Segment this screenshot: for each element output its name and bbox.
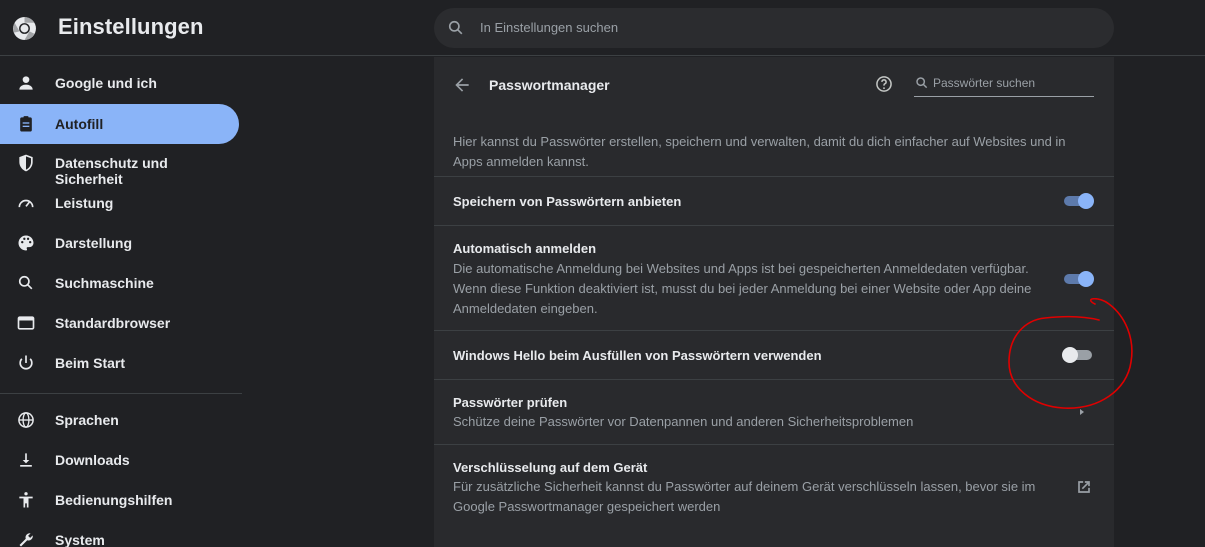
card-header: Passwortmanager Passwörter suchen [434,57,1114,113]
password-search-placeholder: Passwörter suchen [933,76,1036,90]
sidebar-item-label: Google und ich [55,75,157,91]
sidebar-item-darstellung[interactable]: Darstellung [0,223,239,263]
sidebar-item-suchmaschine[interactable]: Suchmaschine [0,263,239,303]
person-icon [19,76,33,90]
sidebar-item-standardbrowser[interactable]: Standardbrowser [0,303,239,343]
sidebar-item-system[interactable]: System [0,520,239,547]
password-search-input[interactable]: Passwörter suchen [914,71,1094,97]
sidebar-item-sprachen[interactable]: Sprachen [0,400,239,440]
row-title: Automatisch anmelden [453,241,597,256]
sidebar: Google und ich Autofill Datenschutz und … [0,57,242,547]
sidebar-item-label: Suchmaschine [55,275,154,291]
auto-signin-toggle[interactable] [1062,269,1094,289]
sidebar-item-leistung[interactable]: Leistung [0,183,239,223]
sidebar-divider [0,393,242,394]
browser-window-icon [17,316,35,330]
row-title: Passwörter prüfen [453,395,568,410]
search-icon [448,20,463,35]
open-in-new-icon[interactable] [1074,477,1094,497]
sidebar-item-bedienungshilfen[interactable]: Bedienungshilfen [0,480,239,520]
sidebar-item-label: Downloads [55,452,130,468]
help-icon[interactable] [874,74,894,94]
shield-icon [19,154,33,172]
sidebar-item-label: Beim Start [55,355,126,371]
sidebar-item-autofill[interactable]: Autofill [0,104,239,144]
settings-search-input[interactable]: In Einstellungen suchen [434,8,1114,48]
setting-row-windows-hello[interactable]: Windows Hello beim Ausfüllen von Passwör… [434,330,1114,379]
sidebar-item-downloads[interactable]: Downloads [0,440,239,480]
back-arrow-icon[interactable] [452,75,472,95]
setting-row-auto-signin[interactable]: Automatisch anmelden Die automatische An… [434,225,1114,330]
sidebar-item-google-und-ich[interactable]: Google und ich [0,63,239,103]
page-title: Einstellungen [58,14,204,39]
search-placeholder: In Einstellungen suchen [480,20,619,35]
sidebar-item-label: System [55,532,105,547]
clipboard-icon [20,116,32,132]
toggle-knob [1062,347,1078,363]
setting-row-offer-save[interactable]: Speichern von Passwörtern anbieten [434,176,1114,225]
row-title: Verschlüsselung auf dem Gerät [453,460,648,475]
sidebar-item-label: Leistung [55,195,114,211]
chrome-logo-icon[interactable] [12,16,37,41]
toggle-knob [1078,193,1094,209]
password-manager-card: Passwortmanager Passwörter suchen Hier k… [434,57,1114,547]
accessibility-icon [19,492,33,508]
row-description: Für zusätzliche Sicherheit kannst du Pas… [453,479,1036,514]
row-title: Speichern von Passwörtern anbieten [453,194,682,209]
sidebar-item-beim-start[interactable]: Beim Start [0,343,239,383]
setting-row-device-encryption[interactable]: Verschlüsselung auf dem Gerät Für zusätz… [434,444,1114,547]
sidebar-item-datenschutz[interactable]: Datenschutz und Sicherheit [0,143,239,187]
globe-icon [18,412,34,428]
speedometer-icon [18,199,34,208]
sidebar-item-label: Darstellung [55,235,133,251]
sidebar-item-label: Autofill [55,116,104,132]
search-icon [18,275,33,290]
sidebar-item-label: Bedienungshilfen [55,492,173,508]
wrench-icon [19,533,33,547]
windows-hello-toggle[interactable] [1062,345,1094,365]
row-description: Schütze deine Passwörter vor Datenpannen… [453,414,914,429]
intro-text: Hier kannst du Passwörter erstellen, spe… [453,134,1066,169]
chevron-right-icon[interactable] [1077,407,1087,417]
top-bar: Einstellungen In Einstellungen suchen [0,0,1205,56]
row-title: Windows Hello beim Ausfüllen von Passwör… [453,348,822,363]
panel-title: Passwortmanager [489,77,610,93]
setting-row-check-passwords[interactable]: Passwörter prüfen Schütze deine Passwört… [434,379,1114,444]
offer-save-passwords-toggle[interactable] [1062,191,1094,211]
row-description: Die automatische Anmeldung bei Websites … [453,261,1032,316]
power-icon [19,355,33,370]
sidebar-item-label: Sprachen [55,412,119,428]
sidebar-item-label: Standardbrowser [55,315,171,331]
toggle-knob [1078,271,1094,287]
palette-icon [18,235,34,251]
search-icon [916,77,928,89]
download-icon [20,453,32,467]
